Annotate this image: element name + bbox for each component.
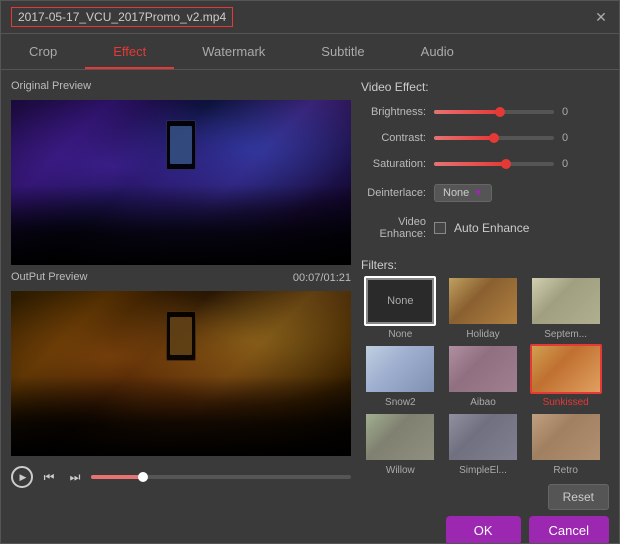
tab-subtitle[interactable]: Subtitle <box>293 34 392 69</box>
playback-controls: ▶ ⏮ ⏭ <box>11 462 351 492</box>
prev-frame-button[interactable]: ⏮ <box>39 467 59 487</box>
filters-label: Filters: <box>361 258 609 272</box>
auto-enhance-label: Auto Enhance <box>454 221 529 235</box>
filter-sunkissed-label: Sunkissed <box>543 397 589 408</box>
output-silhouette-overlay <box>11 376 351 456</box>
filter-september[interactable]: Septem... <box>526 276 605 340</box>
saturation-thumb <box>501 159 511 169</box>
filter-willow[interactable]: Willow <box>361 412 440 476</box>
filter-none-thumb: None <box>364 276 436 326</box>
filter-september-thumb <box>530 276 602 326</box>
progress-fill <box>91 475 143 479</box>
timecode-label: 00:07/01:21 <box>293 272 351 284</box>
play-button[interactable]: ▶ <box>11 466 33 488</box>
filter-september-label: Septem... <box>544 329 587 340</box>
play-icon: ▶ <box>20 472 27 483</box>
filter-holiday[interactable]: Holiday <box>444 276 523 340</box>
output-phone-screen <box>170 317 192 355</box>
video-enhance-label: Video Enhance: <box>361 216 426 240</box>
brightness-thumb <box>495 107 505 117</box>
filter-none-label: None <box>388 329 412 340</box>
contrast-fill <box>434 136 494 140</box>
filter-willow-label: Willow <box>386 465 415 476</box>
main-content: Original Preview OutPut Preview 00:07/01… <box>1 70 619 543</box>
right-panel: Video Effect: Brightness: 0 Contrast: 0 <box>361 80 609 533</box>
filter-holiday-label: Holiday <box>466 329 499 340</box>
video-effect-title: Video Effect: <box>361 80 609 94</box>
filter-snow2[interactable]: Snow2 <box>361 344 440 408</box>
next-frame-button[interactable]: ⏭ <box>65 467 85 487</box>
filter-aibao-label: Aibao <box>470 397 496 408</box>
brightness-label: Brightness: <box>361 106 426 118</box>
deinterlace-select[interactable]: None ▼ <box>434 184 492 202</box>
deinterlace-row: Deinterlace: None ▼ <box>361 184 609 202</box>
title-bar: 2017-05-17_VCU_2017Promo_v2.mp4 ✕ <box>1 1 619 34</box>
original-preview-label: Original Preview <box>11 80 351 92</box>
video-enhance-row: Video Enhance: Auto Enhance <box>361 216 609 240</box>
tab-crop[interactable]: Crop <box>1 34 85 69</box>
ok-button[interactable]: OK <box>446 516 521 543</box>
auto-enhance-checkbox[interactable] <box>434 222 446 234</box>
tab-bar: Crop Effect Watermark Subtitle Audio <box>1 34 619 70</box>
progress-thumb <box>138 472 148 482</box>
contrast-thumb <box>489 133 499 143</box>
saturation-fill <box>434 162 506 166</box>
filter-none[interactable]: None None <box>361 276 440 340</box>
cancel-button[interactable]: Cancel <box>529 516 609 543</box>
filter-snow2-thumb <box>364 344 436 394</box>
tab-effect[interactable]: Effect <box>85 34 174 69</box>
filter-snow2-label: Snow2 <box>385 397 416 408</box>
filter-retro-thumb <box>530 412 602 462</box>
filters-section: Filters: None None <box>361 258 609 476</box>
close-button[interactable]: ✕ <box>593 9 609 25</box>
output-preview-label: OutPut Preview <box>11 271 87 283</box>
silhouette-overlay <box>11 185 351 265</box>
tab-audio[interactable]: Audio <box>393 34 482 69</box>
tab-watermark[interactable]: Watermark <box>174 34 293 69</box>
saturation-value: 0 <box>562 158 574 170</box>
output-preview <box>11 291 351 456</box>
output-phone-silhouette <box>166 311 196 361</box>
output-header: OutPut Preview 00:07/01:21 <box>11 271 351 285</box>
contrast-row: Contrast: 0 <box>361 132 609 144</box>
original-preview <box>11 100 351 265</box>
filter-simpleel[interactable]: SimpleEl... <box>444 412 523 476</box>
filter-aibao[interactable]: Aibao <box>444 344 523 408</box>
filter-simpleel-label: SimpleEl... <box>459 465 507 476</box>
saturation-row: Saturation: 0 <box>361 158 609 170</box>
right-bottom-actions: Reset OK Cancel <box>361 484 609 543</box>
filter-willow-thumb <box>364 412 436 462</box>
left-panel: Original Preview OutPut Preview 00:07/01… <box>11 80 351 533</box>
deinterlace-label: Deinterlace: <box>361 187 426 199</box>
phone-silhouette <box>166 120 196 170</box>
prev-icon: ⏮ <box>44 470 55 485</box>
next-icon: ⏭ <box>70 470 81 485</box>
filter-simpleel-thumb <box>447 412 519 462</box>
deinterlace-value: None <box>443 187 469 199</box>
filter-sunkissed-thumb <box>530 344 602 394</box>
filter-aibao-thumb <box>447 344 519 394</box>
filter-holiday-thumb <box>447 276 519 326</box>
brightness-row: Brightness: 0 <box>361 106 609 118</box>
filter-retro[interactable]: Retro <box>526 412 605 476</box>
dialog-buttons: OK Cancel <box>446 516 609 543</box>
dropdown-arrow-icon: ▼ <box>473 188 483 199</box>
brightness-value: 0 <box>562 106 574 118</box>
contrast-value: 0 <box>562 132 574 144</box>
brightness-slider[interactable] <box>434 110 554 114</box>
saturation-slider[interactable] <box>434 162 554 166</box>
brightness-fill <box>434 110 500 114</box>
filter-retro-label: Retro <box>553 465 577 476</box>
contrast-label: Contrast: <box>361 132 426 144</box>
contrast-slider[interactable] <box>434 136 554 140</box>
progress-bar[interactable] <box>91 475 351 479</box>
filter-grid: None None Holiday <box>361 276 609 476</box>
filename-label: 2017-05-17_VCU_2017Promo_v2.mp4 <box>11 7 233 27</box>
phone-screen <box>170 126 192 164</box>
reset-button[interactable]: Reset <box>548 484 609 510</box>
main-window: 2017-05-17_VCU_2017Promo_v2.mp4 ✕ Crop E… <box>0 0 620 544</box>
saturation-label: Saturation: <box>361 158 426 170</box>
filter-sunkissed[interactable]: Sunkissed <box>526 344 605 408</box>
